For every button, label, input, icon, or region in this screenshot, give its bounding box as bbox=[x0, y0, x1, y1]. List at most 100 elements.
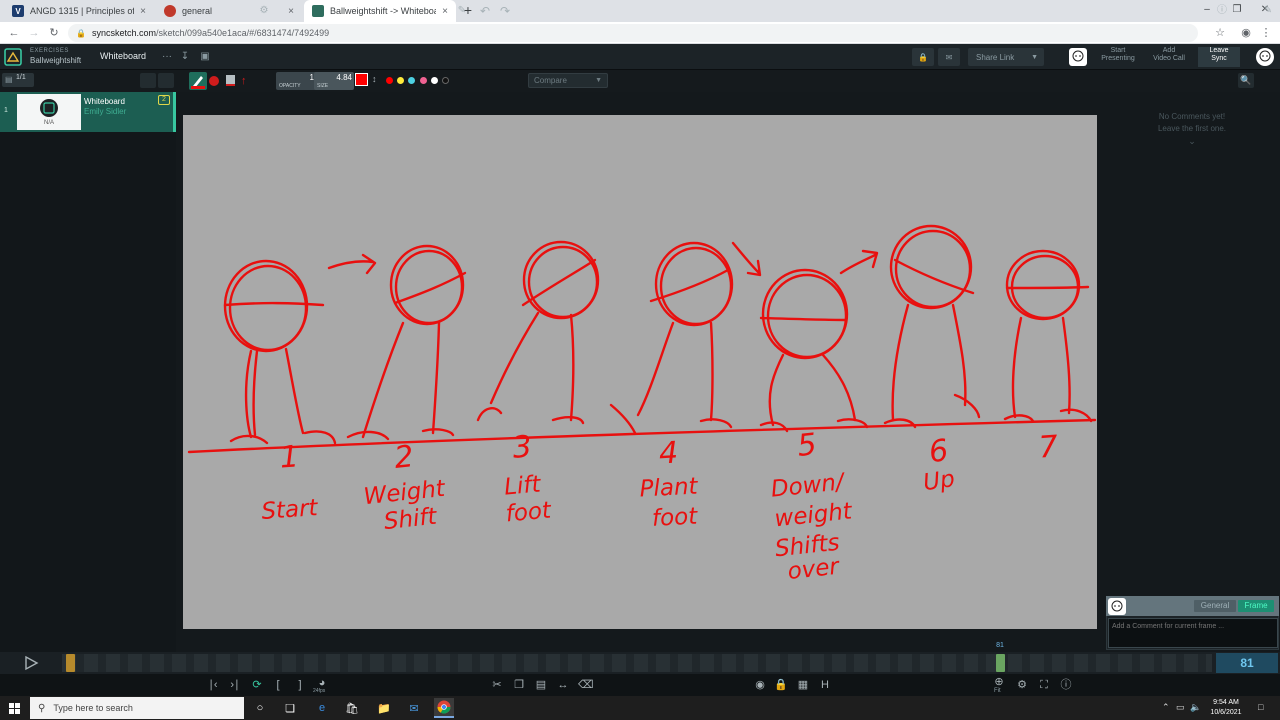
page-counter[interactable]: ▤ 1/1 bbox=[2, 73, 34, 87]
set-in-point-icon[interactable]: [ bbox=[272, 677, 284, 693]
arrow-tool-icon[interactable]: ↑ bbox=[241, 75, 249, 87]
color-swatch-pink[interactable] bbox=[420, 77, 427, 84]
browser-menu-icon[interactable]: ⋮ bbox=[1258, 25, 1274, 41]
paste-icon[interactable]: ▤ bbox=[534, 677, 548, 693]
tab-general[interactable]: General bbox=[1194, 600, 1236, 612]
size-control[interactable]: 4.84 SIZE bbox=[314, 72, 354, 90]
reload-icon[interactable]: ↻ bbox=[46, 25, 62, 41]
taskbar-search[interactable]: ⚲ Type here to search bbox=[30, 697, 244, 719]
download-icon[interactable]: ↧ bbox=[178, 50, 192, 64]
info-icon[interactable]: ⓘ bbox=[1215, 3, 1229, 19]
opacity-control[interactable]: 1 OPACITY bbox=[276, 72, 318, 90]
sidebar-toggle-left[interactable] bbox=[140, 73, 156, 88]
sheet-name[interactable]: Whiteboard bbox=[100, 51, 146, 61]
hotkeys-icon[interactable]: H bbox=[818, 677, 832, 693]
timeline-start-handle[interactable] bbox=[66, 654, 75, 672]
step-number-3: 3 bbox=[511, 429, 533, 466]
eraser-tool-icon[interactable] bbox=[226, 75, 235, 86]
image-icon[interactable]: ▣ bbox=[198, 50, 212, 64]
lock-session-button[interactable]: 🔒 bbox=[912, 48, 934, 66]
settings-gear-icon[interactable]: ⚙ bbox=[1014, 677, 1030, 693]
set-out-point-icon[interactable]: ] bbox=[294, 677, 306, 693]
annotation-count-badge: 2 bbox=[158, 95, 170, 105]
color-swatch-black[interactable] bbox=[442, 77, 449, 84]
timeline-playhead[interactable] bbox=[996, 654, 1005, 672]
draw-settings-gear-icon[interactable]: ⚙ bbox=[258, 3, 270, 19]
color-swatch-cyan[interactable] bbox=[408, 77, 415, 84]
account-avatar[interactable] bbox=[1256, 48, 1274, 66]
profile-icon[interactable]: ◉ bbox=[1238, 25, 1254, 41]
pen-tool-button[interactable] bbox=[189, 72, 207, 90]
frame-counter[interactable]: 81 bbox=[1216, 653, 1278, 673]
tray-expand-icon[interactable]: ⌃ bbox=[1162, 702, 1170, 713]
brush-tool-icon[interactable] bbox=[209, 76, 219, 86]
back-arrow-icon[interactable]: ← bbox=[6, 25, 22, 41]
comment-input[interactable] bbox=[1108, 618, 1278, 648]
color-swatch-white[interactable] bbox=[431, 77, 438, 84]
item-thumbnail[interactable]: N/A bbox=[17, 94, 81, 130]
active-color-swatch[interactable] bbox=[355, 73, 368, 86]
move-frame-icon[interactable]: ↔ bbox=[556, 677, 570, 693]
search-icon[interactable]: 🔍 bbox=[1238, 73, 1254, 88]
windows-start-icon[interactable] bbox=[4, 698, 24, 718]
tab-close-icon[interactable]: × bbox=[288, 6, 294, 17]
color-picker-arrow-icon[interactable]: ↕ bbox=[372, 74, 377, 84]
bookmark-star-icon[interactable]: ☆ bbox=[1212, 25, 1228, 41]
chevron-down-icon[interactable]: ⌄ bbox=[1120, 135, 1264, 147]
fullscreen-icon[interactable]: ⛶ bbox=[1036, 677, 1052, 693]
tab-frame[interactable]: Frame bbox=[1238, 600, 1274, 612]
loop-icon[interactable]: ⟳ bbox=[249, 677, 265, 693]
cut-icon[interactable]: ✂ bbox=[490, 677, 504, 693]
timeline-track[interactable] bbox=[62, 654, 1212, 672]
fps-label: 24fps bbox=[313, 688, 326, 694]
syncsketch-logo-icon[interactable] bbox=[4, 48, 22, 66]
start-presenting-button[interactable]: Start Presenting bbox=[1096, 47, 1140, 63]
redo-icon[interactable]: ↷ bbox=[498, 3, 512, 19]
step-number-7: 7 bbox=[1038, 429, 1059, 465]
leave-sync-button[interactable]: Leave Sync bbox=[1198, 47, 1240, 67]
user-avatar[interactable] bbox=[1069, 48, 1087, 66]
volume-icon[interactable]: 🔈 bbox=[1190, 702, 1201, 713]
lock-annotations-icon[interactable]: 🔒 bbox=[774, 677, 788, 693]
playhead-frame-label: 81 bbox=[996, 642, 1004, 649]
mail-icon[interactable]: ✉ bbox=[404, 698, 424, 718]
address-bar[interactable]: 🔒 syncsketch.com/sketch/099a540e1aca/#/6… bbox=[68, 24, 1198, 42]
add-video-call-button[interactable]: Add Video Call bbox=[1146, 47, 1192, 63]
project-name[interactable]: Ballweightshift bbox=[30, 56, 81, 65]
item-user: Emily Sidler bbox=[84, 107, 127, 116]
sidebar-toggle-right[interactable] bbox=[158, 73, 174, 88]
task-view-icon[interactable]: ❏ bbox=[280, 698, 300, 718]
notifications-icon[interactable]: □ bbox=[1258, 702, 1263, 712]
hide-annotations-icon[interactable]: ◉ bbox=[752, 677, 768, 693]
comments-toggle-icon[interactable]: ✎ bbox=[1261, 3, 1275, 19]
previous-frame-icon[interactable]: ∣‹ bbox=[206, 677, 220, 693]
grid-icon[interactable]: ▦ bbox=[796, 677, 810, 693]
color-swatch-yellow[interactable] bbox=[397, 77, 404, 84]
color-swatch-red[interactable] bbox=[386, 77, 393, 84]
more-options-icon[interactable]: ··· bbox=[160, 50, 174, 64]
play-icon[interactable] bbox=[22, 655, 40, 671]
eyedropper-icon[interactable]: ✎ bbox=[455, 3, 469, 19]
next-frame-icon[interactable]: ›∣ bbox=[228, 677, 242, 693]
browser-tab-whiteboard[interactable]: Ballweightshift -> Whiteboard × bbox=[304, 0, 456, 22]
cortana-icon[interactable]: ○ bbox=[250, 698, 270, 718]
tab-close-icon[interactable]: × bbox=[442, 6, 448, 17]
compare-dropdown[interactable]: Compare ▼ bbox=[528, 73, 608, 88]
copy-icon[interactable]: ❐ bbox=[512, 677, 526, 693]
chrome-icon[interactable] bbox=[434, 698, 454, 718]
email-button[interactable]: ✉ bbox=[938, 48, 960, 66]
store-icon[interactable]: 🛍 bbox=[342, 698, 362, 718]
file-explorer-icon[interactable]: 📁 bbox=[374, 698, 394, 718]
undo-icon[interactable]: ↶ bbox=[478, 3, 492, 19]
tab-close-icon[interactable]: × bbox=[140, 6, 146, 17]
edge-icon[interactable]: e bbox=[312, 698, 332, 718]
delete-icon[interactable]: ⌫ bbox=[578, 677, 594, 693]
forward-arrow-icon[interactable]: → bbox=[26, 25, 42, 41]
whiteboard-canvas[interactable]: 1 Start 2 Weight Shift 3 Lift foot 4 Plant foot 5 Do… bbox=[183, 115, 1097, 629]
share-link-dropdown[interactable]: Share Link ▼ bbox=[968, 48, 1044, 66]
browser-tab-general[interactable]: general × bbox=[156, 0, 302, 22]
help-icon[interactable]: ⓘ bbox=[1058, 677, 1074, 693]
network-icon[interactable]: ▭ bbox=[1176, 702, 1185, 713]
browser-tab-angd[interactable]: V ANGD 1315 | Principles of Anima × bbox=[4, 0, 154, 22]
taskbar-clock[interactable]: 9:54 AM 10/6/2021 bbox=[1204, 698, 1248, 718]
